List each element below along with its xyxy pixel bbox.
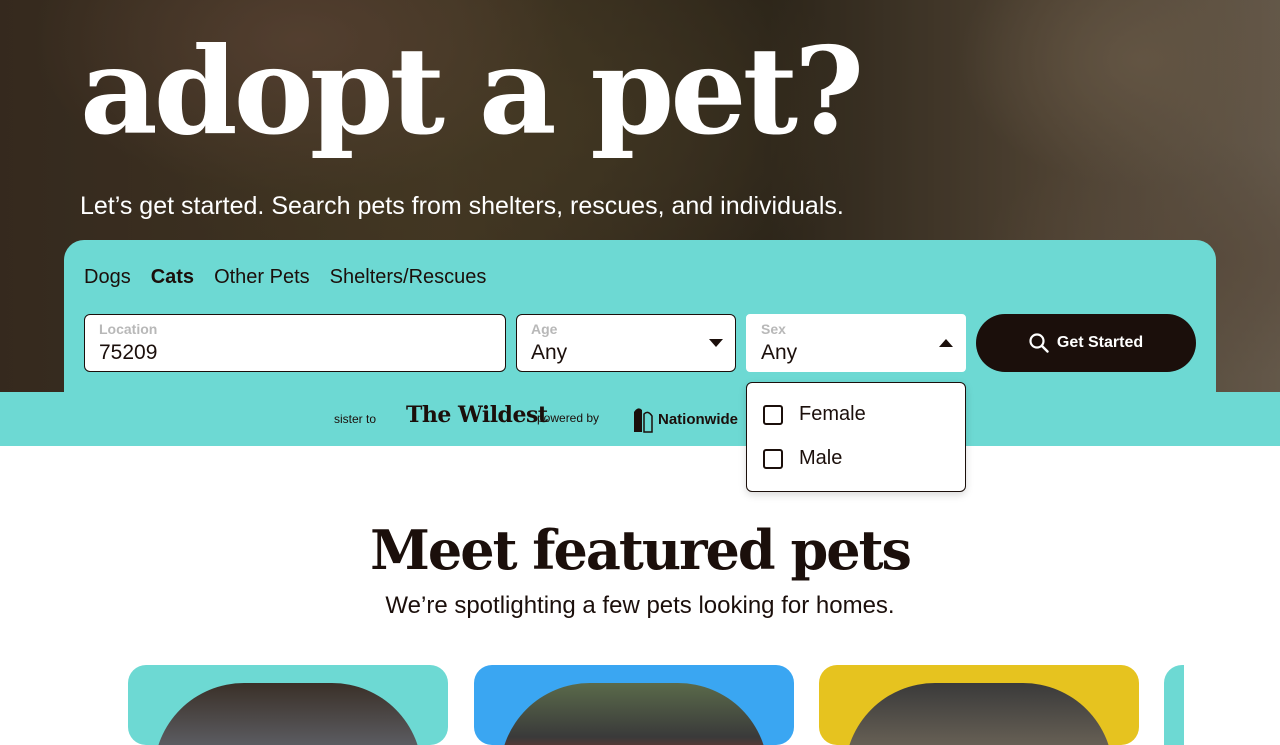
hero-subtitle: Let’s get started. Search pets from shel… <box>80 192 844 220</box>
featured-pet-card[interactable] <box>819 665 1139 745</box>
get-started-button[interactable]: Get Started <box>976 314 1196 372</box>
age-label: Age <box>531 321 558 337</box>
sister-to-text: sister to <box>334 412 377 426</box>
get-started-label: Get Started <box>1056 334 1144 351</box>
tab-dogs[interactable]: Dogs <box>84 266 131 289</box>
tab-shelters-rescues[interactable]: Shelters/Rescues <box>330 266 487 289</box>
search-panel: Dogs Cats Other Pets Shelters/Rescues Lo… <box>64 240 1216 392</box>
age-select[interactable]: Age Any <box>516 314 736 372</box>
powered-by-text: powered by <box>537 411 600 425</box>
female-option-label: Female <box>799 403 866 425</box>
nationwide-eagle-icon <box>634 408 653 433</box>
sex-option-male[interactable]: Male <box>763 447 842 470</box>
sex-select[interactable]: Sex Any <box>746 314 966 372</box>
pet-type-tabs: Dogs Cats Other Pets Shelters/Rescues <box>84 266 486 289</box>
sex-dropdown-menu: Female Male <box>746 382 966 492</box>
nationwide-text: Nationwide <box>658 410 739 428</box>
age-value[interactable]: Any <box>531 341 567 365</box>
featured-pet-card[interactable] <box>1164 665 1184 745</box>
pet-photo <box>845 683 1113 745</box>
sponsor-row: sister to The Wildest powered by Nationw… <box>0 398 1280 438</box>
search-icon <box>1029 333 1049 353</box>
chevron-down-icon <box>709 339 723 347</box>
tab-other-pets[interactable]: Other Pets <box>214 266 310 289</box>
hero-title: adopt a pet? <box>80 21 864 162</box>
sex-label: Sex <box>761 321 786 337</box>
location-label: Location <box>99 321 158 337</box>
chevron-up-icon <box>939 339 953 347</box>
the-wildest-logo[interactable]: The Wildest <box>406 402 548 428</box>
location-input[interactable]: 75209 <box>99 341 157 365</box>
female-checkbox[interactable] <box>763 404 783 425</box>
featured-pet-card[interactable] <box>128 665 448 745</box>
pet-photo <box>500 683 768 745</box>
male-checkbox[interactable] <box>763 448 783 469</box>
tab-cats[interactable]: Cats <box>151 266 194 289</box>
featured-pet-card[interactable] <box>474 665 794 745</box>
nationwide-logo[interactable]: Nationwide <box>630 404 738 434</box>
featured-subtitle: We’re spotlighting a few pets looking fo… <box>385 592 895 619</box>
featured-title: Meet featured pets <box>370 518 912 582</box>
pet-photo <box>154 683 422 745</box>
sex-option-female[interactable]: Female <box>763 403 866 426</box>
location-field[interactable]: Location 75209 <box>84 314 506 372</box>
sex-value[interactable]: Any <box>761 341 797 365</box>
male-option-label: Male <box>799 447 843 469</box>
